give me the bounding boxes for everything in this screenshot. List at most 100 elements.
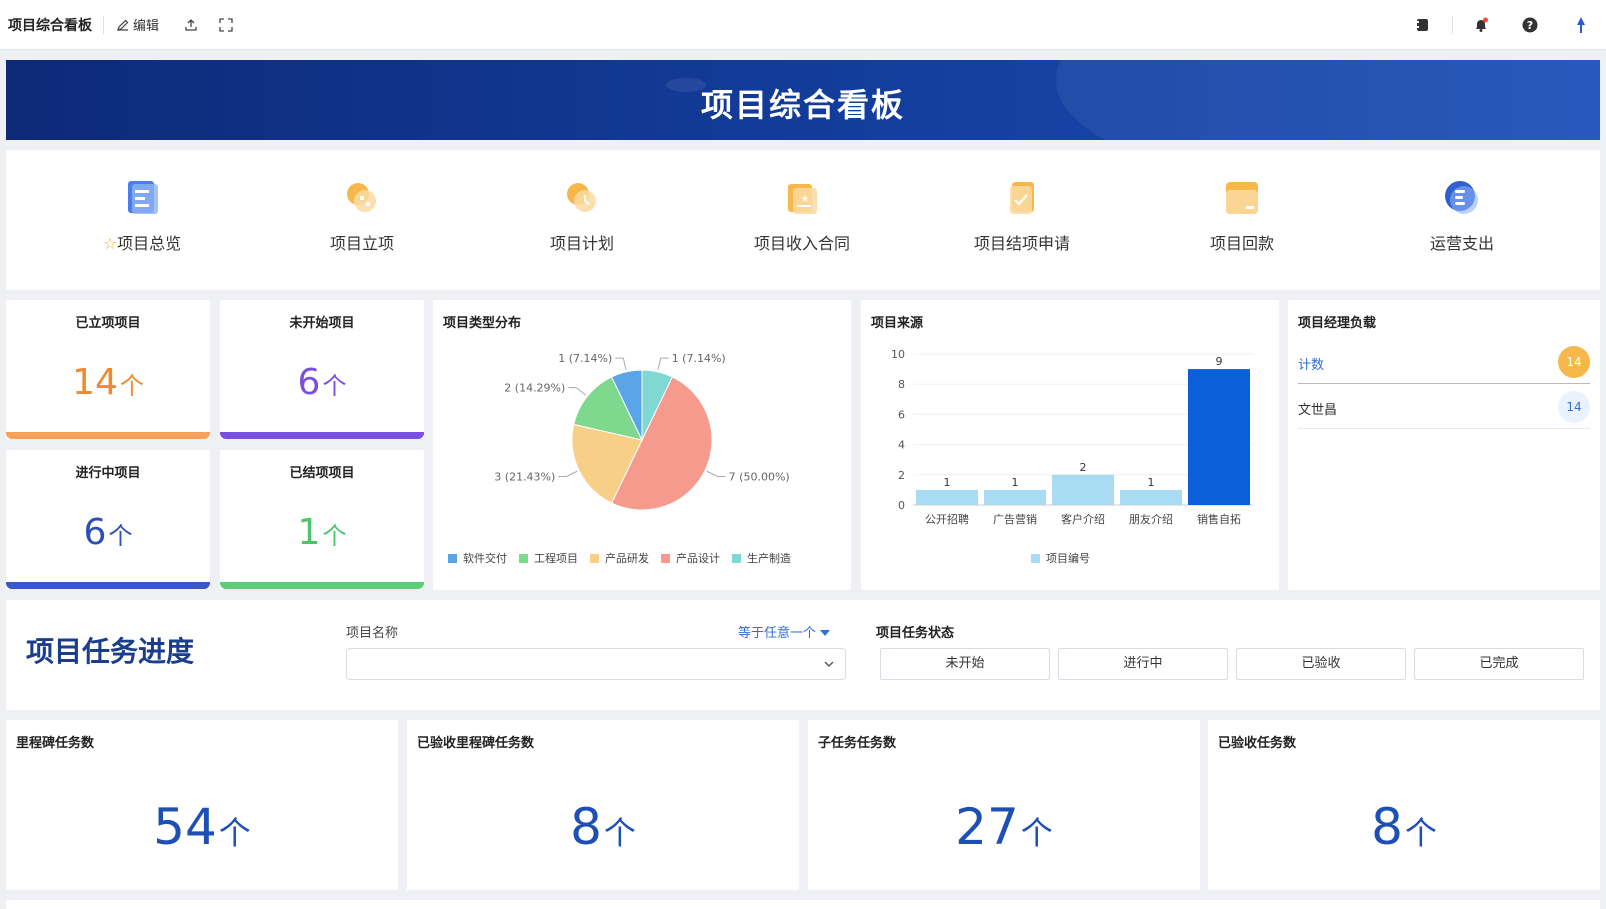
legend-entry[interactable]: 生产制造 [732,550,791,566]
operator-dropdown[interactable]: 等于任意一个 [738,622,831,641]
divider [103,16,104,34]
status-button-accepted[interactable]: 已验收 [1236,648,1406,680]
bar-data-label: 2 [1080,461,1087,474]
kpi-title: 子任务任务数 [818,736,897,751]
nav-item-expenses[interactable]: 运营支出 [1382,178,1542,254]
kpi-title: 已验收任务数 [1218,736,1297,751]
stat-accent-bar [220,432,424,439]
legend-swatch [732,553,741,563]
bar[interactable] [1052,474,1114,505]
bar-data-label: 1 [944,476,951,489]
pie-data-label: 1 (7.14%) [672,352,726,365]
help-button[interactable]: ? [1519,14,1541,36]
pie-leader-line [657,357,669,370]
manager-name: 文世昌 [1298,403,1338,418]
upload-icon [185,19,197,31]
legend-label: 软件交付 [463,552,507,565]
shortcut-nav: ☆项目总览 项目立项 项目计划 ★ 项目收入合同 项目结项申请 项目回款 运营支… [6,150,1600,290]
status-button-in-progress[interactable]: 进行中 [1058,648,1228,680]
legend-label: 产品研发 [605,552,649,565]
pin-button[interactable] [1570,14,1592,36]
bar[interactable] [916,489,978,505]
y-tick-label: 0 [898,499,905,512]
top-bar: 项目综合看板 编辑 ? [0,0,1606,50]
fullscreen-button[interactable] [215,14,237,36]
notebook-button[interactable] [1411,14,1433,36]
contract-icon: ★ [788,184,817,214]
notifications-button[interactable] [1470,14,1492,36]
bar[interactable] [1120,489,1182,505]
nav-item-payment[interactable]: 项目回款 [1162,178,1322,254]
kpi-value: 8个 [570,798,636,856]
status-button-completed[interactable]: 已完成 [1414,648,1584,680]
stat-title: 未开始项目 [289,316,355,331]
field-label: 项目名称 [346,626,399,641]
task-progress-filter: 项目任务进度 项目名称 等于任意一个 项目任务状态 未开始 进行中 已验收 已完… [6,600,1600,710]
legend-label: 产品设计 [676,552,720,565]
list-item[interactable]: 文世昌 14 [1298,385,1590,429]
y-tick-label: 2 [898,469,905,482]
status-button-not-started[interactable]: 未开始 [880,648,1050,680]
pie-data-label: 1 (7.14%) [558,352,612,365]
kpi-value: 54个 [153,798,251,856]
nav-item-closing-request[interactable]: 项目结项申请 [942,178,1102,254]
pie-leader-line [568,387,587,396]
stat-accent-bar [220,582,424,589]
legend-entry[interactable]: 产品研发 [590,550,649,566]
status-filter-title: 项目任务状态 [876,626,955,641]
pie-leader-line [558,470,578,477]
y-tick-label: 10 [891,348,905,361]
stat-value: 14个 [72,362,144,403]
x-tick-label: 公开招聘 [925,512,969,526]
x-tick-label: 广告营销 [993,512,1037,526]
nav-label: 运营支出 [1429,234,1494,253]
x-tick-label: 客户介绍 [1061,512,1105,526]
nav-item-overview[interactable]: ☆项目总览 [62,178,222,254]
pie-leader-line [615,357,627,370]
dashboard-name: 项目综合看板 [8,18,92,34]
pie-legend: 软件交付 工程项目 产品研发 产品设计 生产制造 [448,550,803,566]
project-name-select[interactable] [346,648,846,680]
x-tick-label: 销售自拓 [1197,512,1241,526]
share-button[interactable] [180,14,202,36]
stat-card-not-started: 未开始项目 6个 [220,300,424,439]
kpi-card-accepted-tasks: 已验收任务数 8个 [1208,720,1600,890]
stat-card-approved: 已立项项目 14个 [6,300,210,439]
bar[interactable] [1188,369,1250,505]
kpi-title: 已验收里程碑任务数 [417,736,535,751]
panel-title: 项目来源 [871,316,924,331]
y-tick-label: 4 [898,439,905,452]
nav-label: 项目回款 [1209,234,1274,253]
manager-load-panel: 项目经理负载 计数 14 文世昌 14 [1288,300,1600,590]
legend-swatch [661,553,670,563]
document-icon [128,181,158,214]
page-title: 项目综合看板 [700,86,905,124]
nav-item-plan[interactable]: 项目计划 [502,178,662,254]
pie-data-label: 7 (50.00%) [729,470,790,483]
bar-data-label: 9 [1216,355,1223,368]
bar[interactable] [984,489,1046,505]
pie-leader-line [706,470,726,477]
next-section-edge [6,900,1600,909]
y-tick-label: 8 [898,378,905,391]
stat-card-closed: 已结项项目 1个 [220,450,424,589]
legend-entry: 项目编号 [1031,550,1090,566]
nav-item-initiation[interactable]: 项目立项 [282,178,442,254]
legend-entry[interactable]: 产品设计 [661,550,720,566]
ledger-icon [1445,181,1478,214]
load-header-row[interactable]: 计数 14 [1298,340,1590,384]
caret-down-icon [820,630,831,636]
chevron-down-icon [824,661,834,667]
edit-button[interactable]: 编辑 [116,15,159,34]
load-count-badge: 14 [1558,346,1590,378]
legend-entry[interactable]: 工程项目 [519,550,578,566]
stat-title: 已结项项目 [289,466,355,481]
project-source-panel: 项目来源 0 2 4 6 8 10 1 公开招聘 1 广告营销 2 客户介绍 1 朋友介绍 9 销售自拓 项目… [861,300,1279,590]
section-title: 项目任务进度 [26,635,195,668]
kpi-card-accepted-milestones: 已验收里程碑任务数 8个 [407,720,799,890]
legend-entry[interactable]: 软件交付 [448,550,507,566]
nav-label: 项目结项申请 [973,234,1070,253]
nav-item-income-contract[interactable]: ★ 项目收入合同 [722,178,882,254]
legend-swatch [1031,553,1040,563]
stat-title: 进行中项目 [75,466,141,481]
